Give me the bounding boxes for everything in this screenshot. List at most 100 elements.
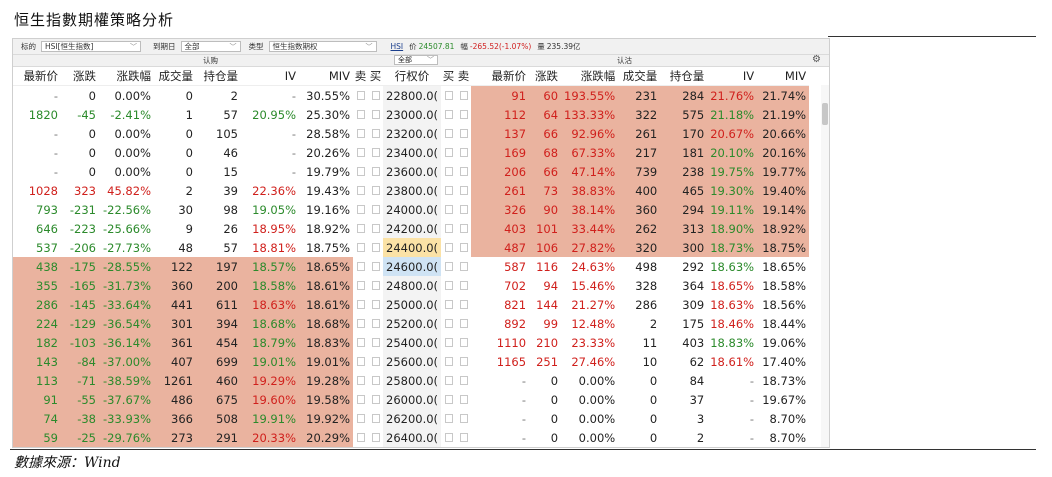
strike-price[interactable]: 25800.0( [383, 371, 442, 390]
strike-price[interactable]: 22800.0( [383, 85, 442, 105]
col-call-miv[interactable]: MIV [299, 67, 353, 86]
checkbox-icon[interactable] [372, 337, 380, 347]
put-buy-checkbox[interactable] [441, 143, 456, 162]
call-sell-checkbox[interactable] [353, 162, 368, 181]
strike-price[interactable]: 24800.0( [383, 276, 442, 295]
checkbox-icon[interactable] [460, 109, 469, 119]
col-put-volume[interactable]: 成交量 [618, 67, 661, 86]
checkbox-icon[interactable] [372, 413, 380, 423]
put-sell-checkbox[interactable] [456, 181, 471, 200]
expiry-select[interactable]: 全部 ﹀ [180, 41, 241, 52]
call-sell-checkbox[interactable] [353, 333, 368, 352]
call-buy-checkbox[interactable] [368, 162, 383, 181]
table-row[interactable]: -0 0.00% 0 105-28.58% 23200.0(137 66 92.96% 261… [13, 124, 810, 143]
call-buy-checkbox[interactable] [368, 105, 383, 124]
checkbox-icon[interactable] [357, 299, 365, 309]
put-sell-checkbox[interactable] [456, 143, 471, 162]
checkbox-icon[interactable] [372, 223, 380, 233]
call-buy-checkbox[interactable] [368, 371, 383, 390]
checkbox-icon[interactable] [445, 375, 454, 385]
checkbox-icon[interactable] [357, 166, 365, 176]
strike-price[interactable]: 25000.0( [383, 295, 442, 314]
put-sell-checkbox[interactable] [456, 352, 471, 371]
checkbox-icon[interactable] [445, 223, 454, 233]
checkbox-icon[interactable] [445, 318, 454, 328]
strike-price[interactable]: 24600.0( [383, 257, 442, 276]
vertical-scrollbar[interactable] [821, 85, 829, 447]
checkbox-icon[interactable] [445, 356, 454, 366]
table-row[interactable]: 537 -206 -27.73% 48 57 18.81% 18.75% 24400.0(48… [13, 238, 810, 257]
put-sell-checkbox[interactable] [456, 162, 471, 181]
type-select[interactable]: 恒生指数期权 ﹀ [268, 41, 377, 52]
call-sell-checkbox[interactable] [353, 390, 368, 409]
checkbox-icon[interactable] [357, 242, 365, 252]
checkbox-icon[interactable] [357, 413, 365, 423]
checkbox-icon[interactable] [372, 90, 380, 100]
checkbox-icon[interactable] [445, 90, 454, 100]
strike-price[interactable]: 24000.0( [383, 200, 442, 219]
checkbox-icon[interactable] [460, 204, 469, 214]
checkbox-icon[interactable] [460, 356, 469, 366]
strike-price[interactable]: 23200.0( [383, 124, 442, 143]
call-buy-checkbox[interactable] [368, 409, 383, 428]
checkbox-icon[interactable] [372, 204, 380, 214]
table-row[interactable]: 91 -55 -37.67% 486 675 19.60% 19.58% 26000.0(- 0… [13, 390, 809, 409]
table-row[interactable]: 438 -175 -28.55% 122 197 18.57% 18.65% 24600.0(… [13, 257, 809, 276]
strike-price[interactable]: 23800.0( [383, 181, 442, 200]
put-buy-checkbox[interactable] [441, 257, 456, 276]
checkbox-icon[interactable] [357, 223, 365, 233]
call-sell-checkbox[interactable] [353, 409, 368, 428]
checkbox-icon[interactable] [372, 109, 380, 119]
checkbox-icon[interactable] [460, 128, 469, 138]
call-buy-checkbox[interactable] [368, 352, 383, 371]
call-buy-checkbox[interactable] [368, 276, 383, 295]
checkbox-icon[interactable] [372, 318, 380, 328]
table-row[interactable]: 355 -165 -31.73% 360 200 18.58% 18.61% 24800.0(… [13, 276, 809, 295]
checkbox-icon[interactable] [460, 432, 469, 442]
checkbox-icon[interactable] [460, 394, 469, 404]
col-call-change-pct[interactable]: 涨跌幅 [99, 67, 154, 86]
checkbox-icon[interactable] [357, 185, 365, 195]
checkbox-icon[interactable] [445, 109, 454, 119]
col-call-change[interactable]: 涨跌 [61, 67, 99, 86]
strike-price[interactable]: 24200.0( [383, 219, 442, 238]
checkbox-icon[interactable] [445, 299, 454, 309]
checkbox-icon[interactable] [372, 242, 380, 252]
call-buy-checkbox[interactable] [368, 86, 383, 106]
call-sell-checkbox[interactable] [353, 257, 368, 276]
strike-price[interactable]: 24400.0( [383, 238, 442, 257]
table-row[interactable]: 646 -223 -25.66% 9 26 18.95% 18.92% 24200.0(403… [13, 219, 810, 238]
checkbox-icon[interactable] [372, 147, 380, 157]
strike-price[interactable]: 23000.0( [383, 105, 442, 124]
checkbox-icon[interactable] [445, 337, 454, 347]
checkbox-icon[interactable] [460, 318, 469, 328]
put-buy-checkbox[interactable] [441, 162, 456, 181]
col-put-change-pct[interactable]: 涨跌幅 [561, 67, 619, 86]
put-sell-checkbox[interactable] [456, 276, 471, 295]
strike-price[interactable]: 23600.0( [383, 162, 442, 181]
strike-price[interactable]: 25200.0( [383, 314, 442, 333]
put-buy-checkbox[interactable] [441, 181, 456, 200]
col-put-last[interactable]: 最新价 [471, 67, 530, 86]
call-buy-checkbox[interactable] [368, 314, 383, 333]
checkbox-icon[interactable] [445, 204, 454, 214]
put-sell-checkbox[interactable] [456, 238, 471, 257]
checkbox-icon[interactable] [372, 432, 380, 442]
put-buy-checkbox[interactable] [441, 428, 456, 447]
underlying-select[interactable]: HSI[恒生指数] ﹀ [41, 41, 141, 52]
checkbox-icon[interactable] [460, 337, 469, 347]
col-put-change[interactable]: 涨跌 [529, 67, 562, 86]
checkbox-icon[interactable] [372, 280, 380, 290]
col-call-oi[interactable]: 持仓量 [196, 67, 241, 86]
checkbox-icon[interactable] [357, 204, 365, 214]
col-put-miv[interactable]: MIV [757, 67, 810, 86]
checkbox-icon[interactable] [445, 413, 454, 423]
call-sell-checkbox[interactable] [353, 219, 368, 238]
checkbox-icon[interactable] [460, 90, 469, 100]
strike-price[interactable]: 25400.0( [383, 333, 442, 352]
checkbox-icon[interactable] [445, 128, 454, 138]
checkbox-icon[interactable] [357, 337, 365, 347]
checkbox-icon[interactable] [372, 261, 380, 271]
put-sell-checkbox[interactable] [456, 219, 471, 238]
checkbox-icon[interactable] [445, 185, 454, 195]
